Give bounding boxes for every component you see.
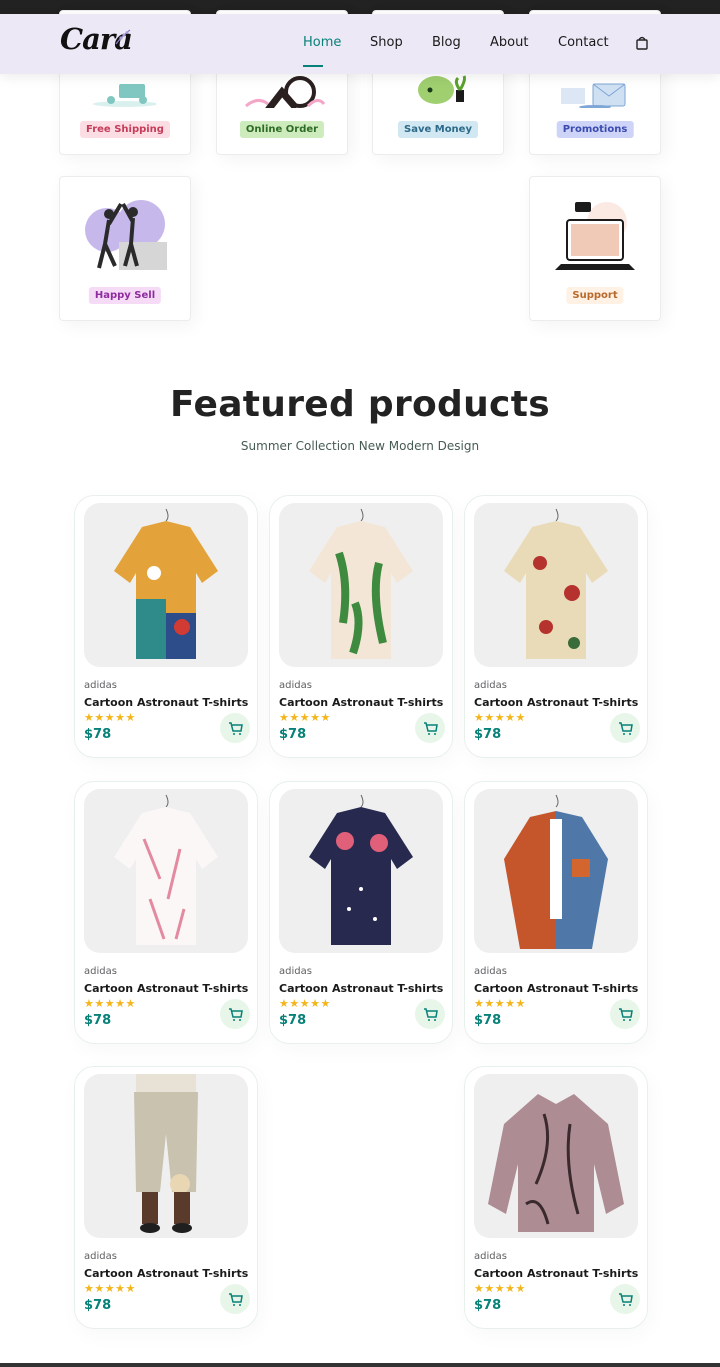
nav-contact[interactable]: Contact: [558, 35, 609, 50]
product-name: Cartoon Astronaut T-shirts: [474, 982, 639, 995]
active-nav-underline: [303, 65, 323, 67]
support-laptop-illustration: [555, 202, 635, 270]
lavender-leaf-icon: [115, 29, 131, 45]
cart-icon: [229, 1008, 243, 1021]
product-name: Cartoon Astronaut T-shirts: [84, 696, 249, 709]
shopping-bag-icon[interactable]: [635, 36, 649, 50]
product-brand: adidas: [84, 1251, 117, 1262]
product-price: $78: [474, 1013, 502, 1028]
product-brand: adidas: [474, 680, 507, 691]
product-card[interactable]: adidas Cartoon Astronaut T-shirts ★★★★★ …: [269, 781, 453, 1044]
product-brand: adidas: [84, 680, 117, 691]
jacket-image: [504, 794, 608, 949]
feature-label: Save Money: [398, 121, 478, 138]
star-rating: ★★★★★: [279, 711, 331, 724]
cart-icon: [619, 1293, 633, 1306]
product-price: $78: [474, 727, 502, 742]
star-rating: ★★★★★: [279, 997, 331, 1010]
cart-icon: [424, 1008, 438, 1021]
add-to-cart-button[interactable]: [610, 999, 640, 1029]
star-rating: ★★★★★: [474, 1282, 526, 1295]
product-name: Cartoon Astronaut T-shirts: [84, 982, 249, 995]
feature-label: Free Shipping: [80, 121, 170, 138]
feature-label: Online Order: [239, 121, 325, 138]
shirt-image: [309, 508, 413, 659]
nav-blog[interactable]: Blog: [432, 35, 461, 50]
nav-shop[interactable]: Shop: [370, 35, 403, 50]
product-card[interactable]: adidas Cartoon Astronaut T-shirts ★★★★★ …: [464, 781, 648, 1044]
add-to-cart-button[interactable]: [610, 713, 640, 743]
product-image[interactable]: [84, 503, 248, 667]
product-brand: adidas: [84, 966, 117, 977]
product-price: $78: [84, 1298, 112, 1313]
add-to-cart-button[interactable]: [610, 1284, 640, 1314]
star-rating: ★★★★★: [84, 1282, 136, 1295]
section-title: Featured products: [170, 384, 550, 425]
nav-about[interactable]: About: [490, 35, 528, 50]
product-price: $78: [84, 727, 112, 742]
section-subtitle: Summer Collection New Modern Design: [240, 439, 480, 453]
cart-icon: [424, 722, 438, 735]
trousers-image: [134, 1074, 198, 1233]
add-to-cart-button[interactable]: [220, 713, 250, 743]
product-price: $78: [279, 1013, 307, 1028]
add-to-cart-button[interactable]: [415, 713, 445, 743]
product-image[interactable]: [84, 789, 248, 953]
add-to-cart-button[interactable]: [220, 999, 250, 1029]
cart-icon: [229, 722, 243, 735]
add-to-cart-button[interactable]: [220, 1284, 250, 1314]
cart-icon: [619, 722, 633, 735]
high-five-illustration: [85, 200, 167, 270]
product-card[interactable]: adidas Cartoon Astronaut T-shirts ★★★★★ …: [269, 495, 453, 758]
product-name: Cartoon Astronaut T-shirts: [279, 696, 444, 709]
shirt-image: [114, 508, 218, 659]
add-to-cart-button[interactable]: [415, 999, 445, 1029]
feature-label: Support: [566, 287, 624, 304]
product-card[interactable]: adidas Cartoon Astronaut T-shirts ★★★★★ …: [74, 495, 258, 758]
feature-label: Happy Sell: [88, 287, 162, 304]
product-card[interactable]: adidas Cartoon Astronaut T-shirts ★★★★★ …: [464, 495, 648, 758]
bottom-edge: [0, 1363, 720, 1367]
cart-icon: [619, 1008, 633, 1021]
shirt-image: [309, 794, 413, 945]
product-image[interactable]: [279, 503, 443, 667]
feature-happy-sell: Happy Sell: [59, 176, 191, 321]
product-brand: adidas: [279, 680, 312, 691]
product-name: Cartoon Astronaut T-shirts: [279, 982, 444, 995]
star-rating: ★★★★★: [84, 997, 136, 1010]
product-card[interactable]: adidas Cartoon Astronaut T-shirts ★★★★★ …: [74, 1066, 258, 1329]
product-image[interactable]: [84, 1074, 248, 1238]
product-image[interactable]: [474, 789, 638, 953]
cart-icon: [229, 1293, 243, 1306]
product-brand: adidas: [474, 966, 507, 977]
nav-home[interactable]: Home: [303, 35, 341, 50]
product-name: Cartoon Astronaut T-shirts: [84, 1267, 249, 1280]
product-image[interactable]: [279, 789, 443, 953]
product-image[interactable]: [474, 1074, 638, 1238]
product-card[interactable]: adidas Cartoon Astronaut T-shirts ★★★★★ …: [74, 781, 258, 1044]
product-brand: adidas: [474, 1251, 507, 1262]
site-header: Cara Home Shop Blog About Contact: [0, 14, 720, 74]
star-rating: ★★★★★: [474, 711, 526, 724]
product-name: Cartoon Astronaut T-shirts: [474, 696, 639, 709]
product-price: $78: [279, 727, 307, 742]
product-price: $78: [84, 1013, 112, 1028]
product-card[interactable]: adidas Cartoon Astronaut T-shirts ★★★★★ …: [464, 1066, 648, 1329]
feature-label: Promotions: [556, 121, 634, 138]
feature-support: Support: [529, 176, 661, 321]
product-name: Cartoon Astronaut T-shirts: [474, 1267, 639, 1280]
product-price: $78: [474, 1298, 502, 1313]
product-image[interactable]: [474, 503, 638, 667]
star-rating: ★★★★★: [84, 711, 136, 724]
star-rating: ★★★★★: [474, 997, 526, 1010]
shirt-image: [504, 508, 608, 659]
blouse-image: [488, 1094, 624, 1232]
shirt-image: [114, 794, 218, 945]
product-brand: adidas: [279, 966, 312, 977]
